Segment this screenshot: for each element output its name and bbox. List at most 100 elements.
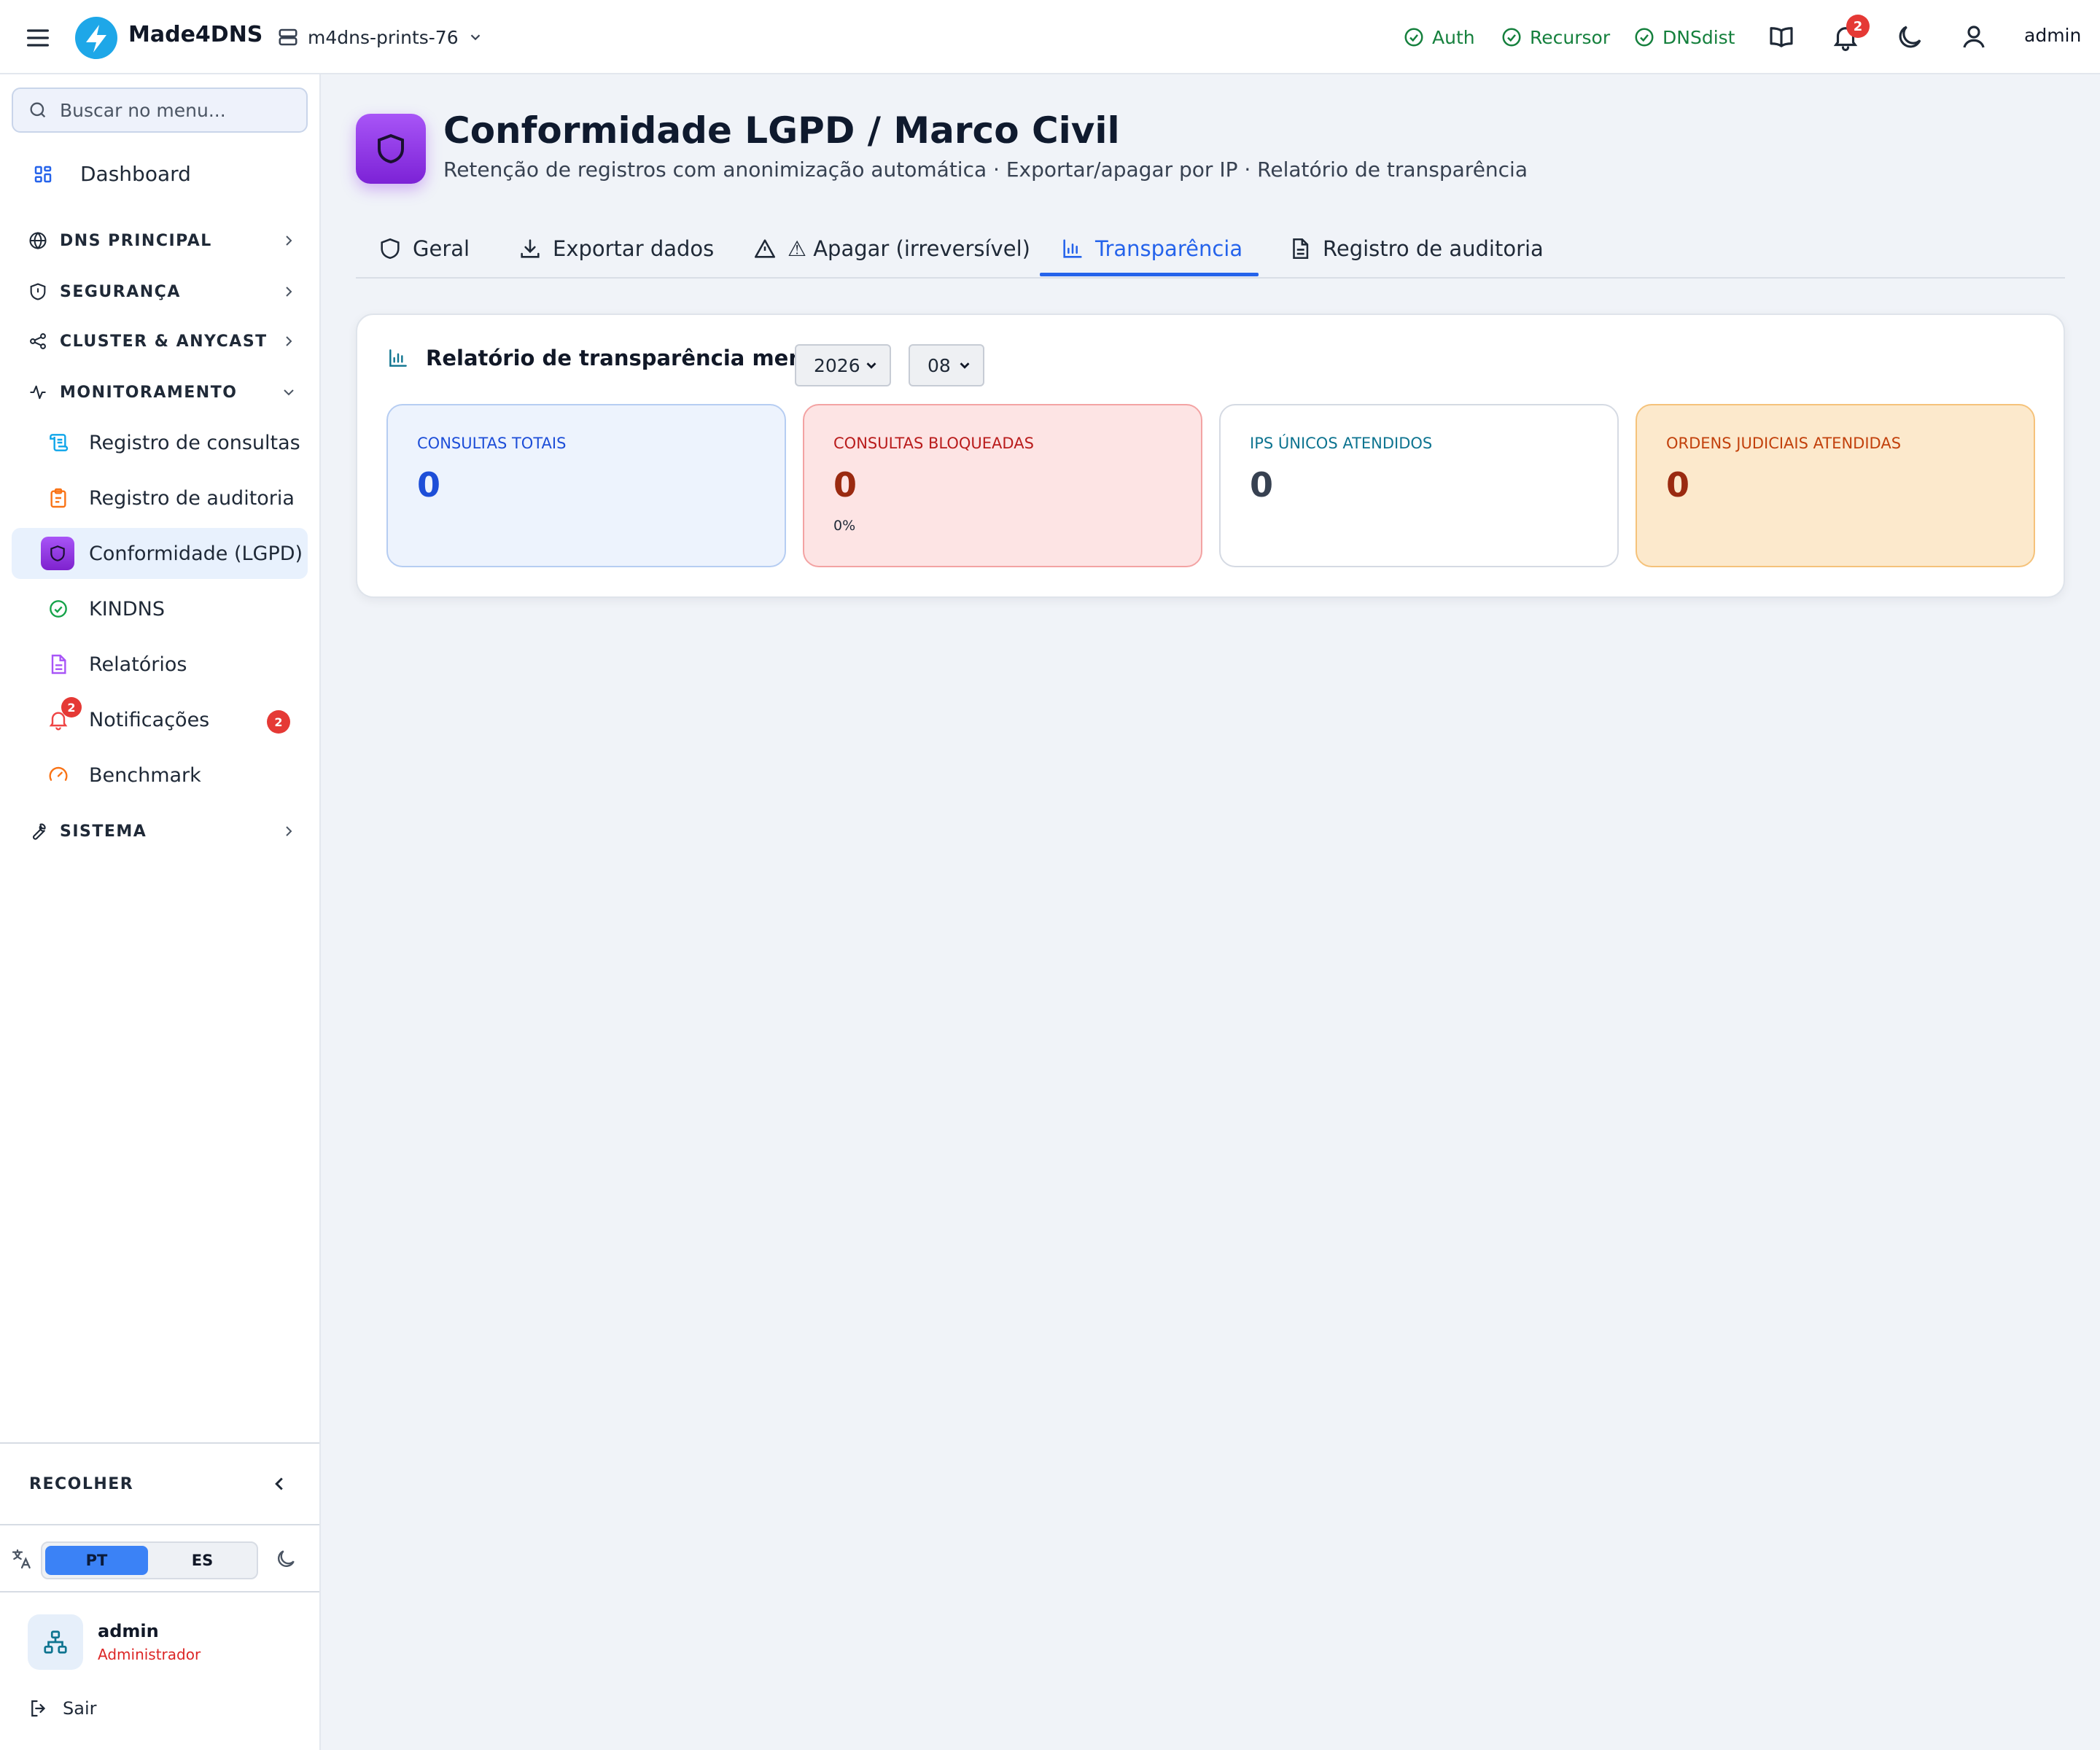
logout-button[interactable]: Sair (28, 1698, 96, 1719)
avatar (28, 1614, 83, 1670)
status-dnsdist[interactable]: DNSdist (1633, 22, 1735, 52)
sidebar-section-cluster[interactable]: CLUSTER & ANYCAST (28, 327, 298, 356)
alert-triangle-icon (754, 239, 776, 258)
stat-total-queries: CONSULTAS TOTAIS 0 (386, 404, 786, 567)
stat-value: 0 (1666, 465, 1690, 505)
chevron-right-icon (286, 236, 292, 246)
tab-bar: Geral Exportar dados ⚠ Apagar (irreversí… (356, 219, 2065, 279)
chevron-down-icon (284, 389, 294, 396)
sidebar-item-benchmark[interactable]: Benchmark (12, 750, 308, 801)
page-shield-icon (356, 114, 426, 184)
check-circle-icon (1404, 28, 1423, 47)
search-icon (30, 102, 46, 118)
logout-label: Sair (63, 1698, 97, 1719)
tab-label: Exportar dados (553, 236, 715, 261)
section-label: SISTEMA (60, 822, 147, 841)
collapse-sidebar-button[interactable]: RECOLHER (0, 1442, 319, 1525)
translate-icon (12, 1549, 31, 1569)
page-subtitle: Retenção de registros com anonimização a… (443, 158, 1528, 182)
chevron-down-icon (866, 362, 876, 369)
menu-search[interactable] (12, 88, 308, 133)
section-label: DNS PRINCIPAL (60, 231, 212, 250)
book-icon[interactable] (1766, 22, 1797, 52)
tab-audit-log[interactable]: Registro de auditoria (1288, 219, 1544, 279)
logout-icon (31, 1700, 46, 1717)
bar-chart-icon (1063, 239, 1082, 258)
notification-badge: 2 (1846, 15, 1870, 38)
chevron-right-icon (286, 287, 292, 297)
user-card: admin Administrador (28, 1614, 201, 1670)
notification-count-badge: 2 (267, 710, 290, 734)
month-select[interactable]: 08 (909, 344, 984, 386)
status-auth[interactable]: Auth (1403, 22, 1475, 52)
status-recursor[interactable]: Recursor (1501, 22, 1610, 52)
search-input[interactable] (60, 99, 300, 121)
top-user-name[interactable]: admin (2024, 25, 2081, 46)
stat-label: CONSULTAS TOTAIS (417, 435, 567, 452)
bar-chart-icon (389, 349, 407, 367)
brand-name: Made4DNS (128, 22, 263, 47)
collapse-label: RECOLHER (29, 1474, 134, 1493)
sidebar-item-label: Registro de consultas (89, 431, 300, 454)
year-value: 2026 (814, 354, 860, 376)
stat-label: CONSULTAS BLOQUEADAS (833, 435, 1034, 452)
moon-icon[interactable] (274, 1547, 298, 1571)
check-circle-icon (50, 600, 67, 618)
sidebar-item-kindns[interactable]: KINDNS (12, 583, 308, 634)
language-row: PT ES (0, 1525, 319, 1592)
language-es-button[interactable]: ES (151, 1546, 254, 1575)
file-text-icon (1293, 238, 1309, 260)
server-selector[interactable]: m4dns-prints-76 (277, 20, 483, 54)
stat-unique-ips: IPS ÚNICOS ATENDIDOS 0 (1219, 404, 1619, 567)
section-label: CLUSTER & ANYCAST (60, 332, 268, 351)
sidebar-section-dns[interactable]: DNS PRINCIPAL (28, 226, 298, 255)
user-icon[interactable] (1959, 22, 1989, 52)
menu-icon[interactable] (23, 23, 52, 52)
sidebar-section-security[interactable]: SEGURANÇA (28, 277, 298, 306)
sidebar-section-system[interactable]: SISTEMA (28, 817, 298, 846)
brand-logo[interactable] (74, 16, 118, 60)
top-bar: Made4DNS m4dns-prints-76 Auth Recursor D… (0, 0, 2100, 74)
transparency-report-card: Relatório de transparência mensal 2026 0… (356, 314, 2065, 598)
share-icon (30, 333, 46, 349)
stat-court-orders: ORDENS JUDICIAIS ATENDIDAS 0 (1636, 404, 2035, 567)
language-pt-button[interactable]: PT (45, 1546, 148, 1575)
clipboard-icon (50, 488, 66, 508)
stat-value: 0 (417, 465, 441, 505)
server-icon (279, 28, 298, 46)
tab-transparency[interactable]: Transparência (1060, 219, 1242, 279)
user-role: Administrador (98, 1646, 201, 1663)
tab-label: Transparência (1095, 236, 1243, 261)
tab-export[interactable]: Exportar dados (518, 219, 714, 279)
sidebar-item-notifications[interactable]: Notificações 2 2 (12, 694, 308, 745)
check-circle-icon (1635, 28, 1654, 47)
sidebar-item-reports[interactable]: Relatórios (12, 639, 308, 690)
gauge-icon (49, 766, 68, 781)
sidebar: Dashboard DNS PRINCIPAL SEGURANÇA CLUSTE… (0, 74, 321, 1750)
moon-icon[interactable] (1894, 22, 1925, 52)
tab-label: Registro de auditoria (1323, 236, 1544, 261)
card-title: Relatório de transparência mensal (426, 346, 838, 370)
sidebar-section-monitoring[interactable]: MONITORAMENTO (28, 378, 298, 407)
sidebar-item-compliance[interactable]: Conformidade (LGPD) (12, 528, 308, 579)
sitemap-icon (44, 1630, 67, 1654)
tab-general[interactable]: Geral (378, 219, 470, 279)
stat-label: ORDENS JUDICIAIS ATENDIDAS (1666, 435, 1902, 452)
sidebar-item-label: Benchmark (89, 763, 201, 787)
shield-icon (41, 537, 74, 570)
globe-icon (29, 232, 47, 249)
wrench-icon (33, 823, 46, 840)
sidebar-item-query-log[interactable]: Registro de consultas (12, 417, 308, 468)
status-label: Auth (1432, 26, 1475, 48)
check-circle-icon (1502, 28, 1521, 47)
section-label: MONITORAMENTO (60, 383, 238, 402)
sidebar-item-audit-log[interactable]: Registro de auditoria (12, 472, 308, 524)
tab-delete[interactable]: ⚠ Apagar (irreversível) (752, 219, 1030, 279)
status-label: Recursor (1530, 26, 1611, 48)
activity-icon (30, 385, 46, 400)
sidebar-item-dashboard[interactable]: Dashboard (32, 162, 191, 186)
shield-alert-icon (30, 283, 46, 300)
year-select[interactable]: 2026 (795, 344, 891, 386)
sidebar-item-label: KINDNS (89, 597, 165, 621)
dashboard-icon (34, 166, 52, 182)
